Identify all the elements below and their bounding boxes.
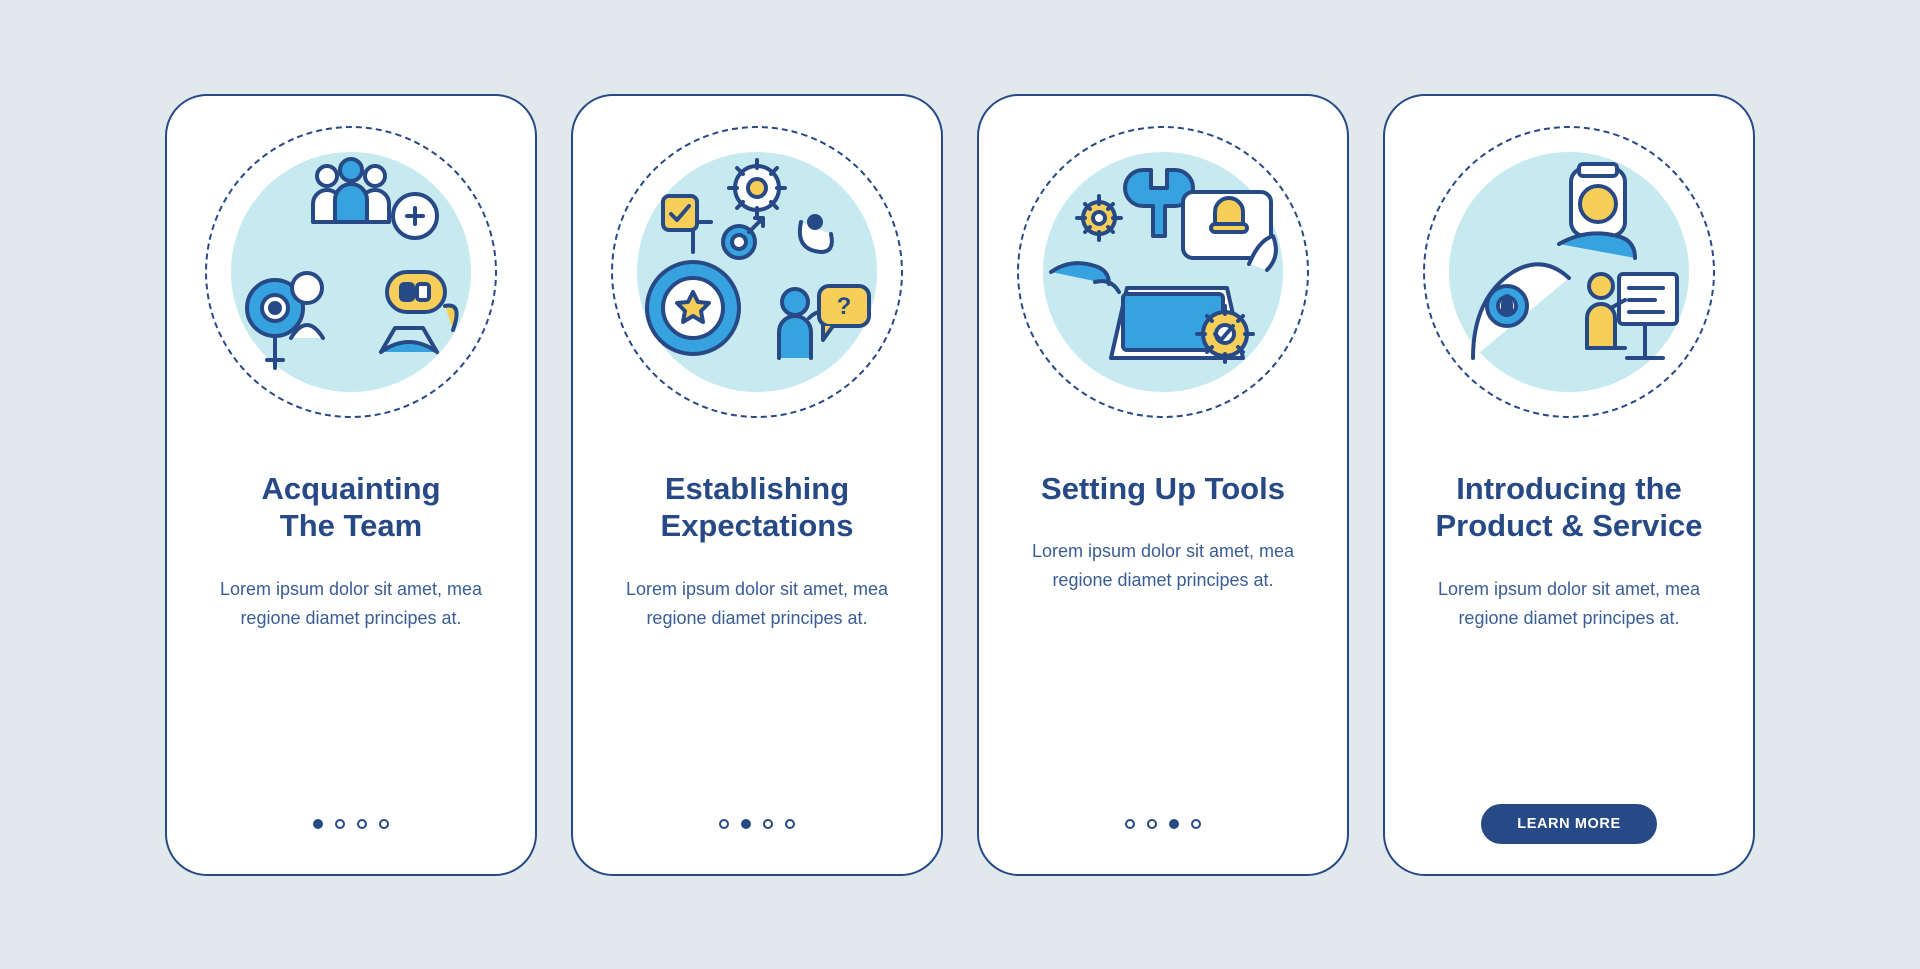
tools-icon xyxy=(1043,152,1283,392)
page-dot-3[interactable] xyxy=(1169,819,1179,829)
onboarding-content: Acquainting The Team Lorem ipsum dolor s… xyxy=(195,470,507,808)
onboarding-description: Lorem ipsum dolor sit amet, mea regione … xyxy=(1413,575,1725,633)
onboarding-description: Lorem ipsum dolor sit amet, mea regione … xyxy=(195,575,507,633)
page-dot-3[interactable] xyxy=(357,819,367,829)
page-dot-4[interactable] xyxy=(379,819,389,829)
onboarding-card-establishing-expectations: ? Establishing Expectations Lorem ipsum … xyxy=(571,94,943,876)
onboarding-card-setting-up-tools: Setting Up Tools Lorem ipsum dolor sit a… xyxy=(977,94,1349,876)
pagination-dots xyxy=(195,808,507,840)
page-dot-2[interactable] xyxy=(741,819,751,829)
pagination-dots xyxy=(601,808,913,840)
onboarding-content: Setting Up Tools Lorem ipsum dolor sit a… xyxy=(1007,470,1319,808)
page-dot-1[interactable] xyxy=(719,819,729,829)
svg-text:?: ? xyxy=(837,293,852,320)
onboarding-title: Establishing Expectations xyxy=(661,470,854,546)
onboarding-card-introducing-product: Introducing the Product & Service Lorem … xyxy=(1383,94,1755,876)
onboarding-description: Lorem ipsum dolor sit amet, mea regione … xyxy=(601,575,913,633)
onboarding-title: Introducing the Product & Service xyxy=(1435,470,1702,546)
product-icon xyxy=(1449,152,1689,392)
onboarding-content: Establishing Expectations Lorem ipsum do… xyxy=(601,470,913,808)
page-dot-1[interactable] xyxy=(313,819,323,829)
page-dot-3[interactable] xyxy=(763,819,773,829)
onboarding-description: Lorem ipsum dolor sit amet, mea regione … xyxy=(1007,537,1319,595)
learn-more-button[interactable]: LEARN MORE xyxy=(1481,804,1656,844)
page-dot-1[interactable] xyxy=(1125,819,1135,829)
onboarding-screens-row: Acquainting The Team Lorem ipsum dolor s… xyxy=(165,94,1755,876)
expectations-icon: ? xyxy=(637,152,877,392)
onboarding-title: Setting Up Tools xyxy=(1041,470,1285,508)
team-icon xyxy=(231,152,471,392)
onboarding-card-acquainting-team: Acquainting The Team Lorem ipsum dolor s… xyxy=(165,94,537,876)
onboarding-footer: LEARN MORE xyxy=(1413,808,1725,840)
onboarding-title: Acquainting The Team xyxy=(261,470,440,546)
page-dot-4[interactable] xyxy=(785,819,795,829)
pagination-dots xyxy=(1007,808,1319,840)
onboarding-content: Introducing the Product & Service Lorem … xyxy=(1413,470,1725,808)
page-dot-4[interactable] xyxy=(1191,819,1201,829)
page-dot-2[interactable] xyxy=(335,819,345,829)
page-dot-2[interactable] xyxy=(1147,819,1157,829)
